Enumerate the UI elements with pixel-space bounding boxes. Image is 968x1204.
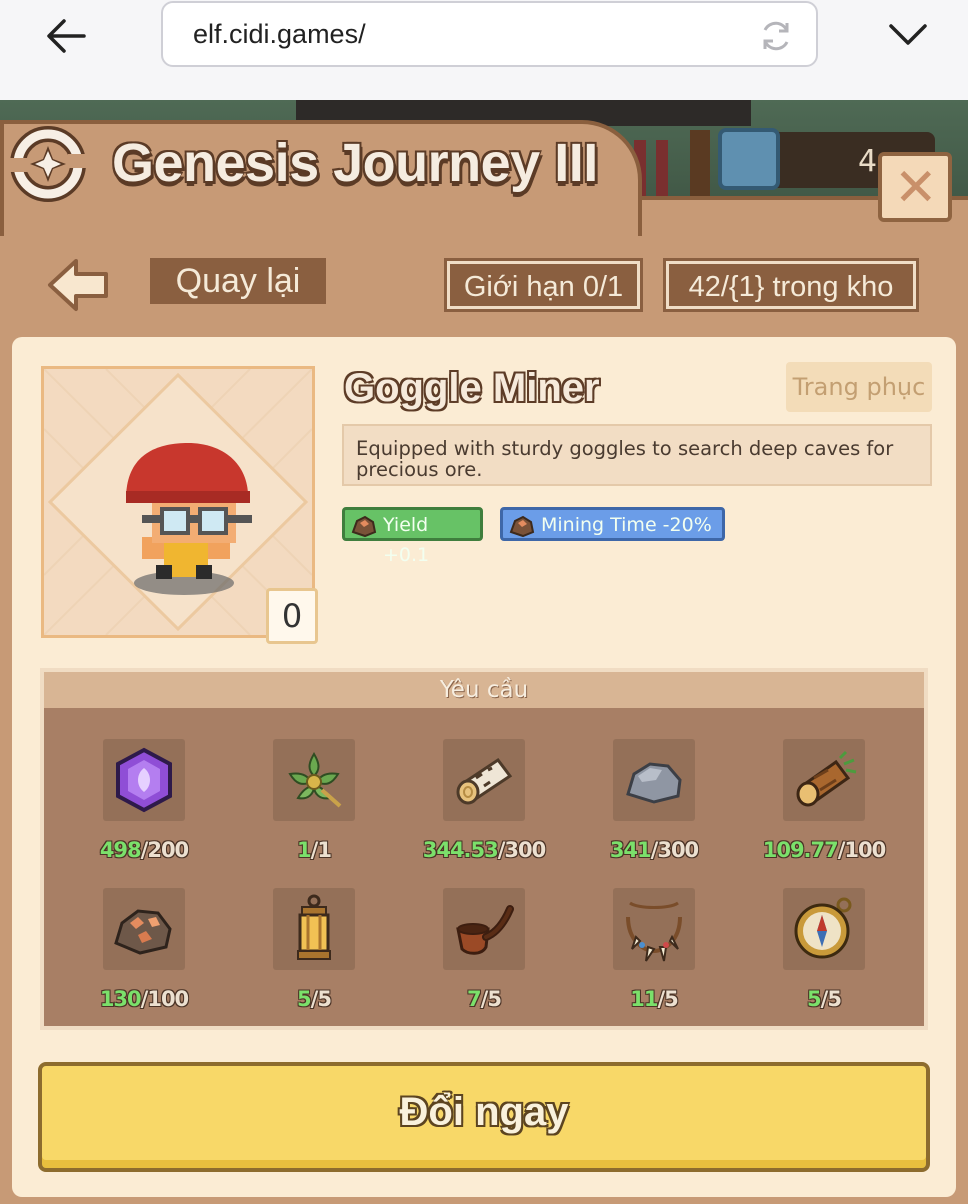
lantern-icon — [297, 894, 331, 960]
chevron-down-icon[interactable] — [886, 20, 930, 50]
req-slot-stone[interactable] — [613, 739, 695, 821]
stone-icon — [626, 762, 682, 804]
req-slot-lantern[interactable] — [273, 888, 355, 970]
req-qty-copper-ore: 130/100 — [99, 987, 189, 1011]
browser-toolbar: elf.cidi.games/ — [0, 0, 968, 100]
dialog-title: Genesis Journey III — [112, 133, 598, 193]
close-button[interactable]: ✕ — [878, 152, 952, 222]
compass-icon — [794, 897, 852, 959]
reload-icon[interactable] — [758, 18, 794, 54]
pipe-icon — [456, 905, 514, 955]
req-slot-birch-log[interactable] — [443, 739, 525, 821]
stat-mining-time: Mining Time -20% — [500, 507, 725, 541]
req-qty-green-flower: 1/1 — [297, 838, 332, 862]
birch-log-icon — [456, 757, 513, 805]
req-qty-birch-log: 344.53/300 — [422, 838, 547, 862]
req-slot-copper-ore[interactable] — [103, 888, 185, 970]
leaf-gem-icon — [718, 128, 780, 190]
back-label: Quay lại — [150, 258, 326, 304]
req-qty-stone: 341/300 — [609, 838, 699, 862]
stat-mining-time-label: Mining Time -20% — [541, 514, 712, 536]
url-text: elf.cidi.games/ — [193, 19, 366, 49]
stock-chip: 42/{1} trong kho — [663, 258, 919, 312]
req-qty-wood-log: 109.77/100 — [762, 838, 887, 862]
req-slot-purple-gem[interactable] — [103, 739, 185, 821]
purple-gem-icon — [116, 747, 172, 813]
tooth-necklace-icon — [626, 901, 682, 962]
green-flower-icon — [288, 752, 342, 808]
req-qty-tooth-necklace: 11/5 — [630, 987, 679, 1011]
req-slot-wood-log[interactable] — [783, 739, 865, 821]
req-slot-pipe[interactable] — [443, 888, 525, 970]
category-tag: Trang phục — [786, 362, 932, 412]
ore-icon — [509, 515, 535, 538]
copper-ore-icon — [114, 909, 172, 955]
arrow-left-icon — [48, 259, 108, 311]
req-slot-compass[interactable] — [783, 888, 865, 970]
item-name: Goggle Miner — [344, 366, 600, 410]
req-qty-pipe: 7/5 — [467, 987, 502, 1011]
owned-count-badge: 0 — [266, 588, 318, 644]
back-button[interactable]: Quay lại — [46, 258, 326, 312]
req-slot-tooth-necklace[interactable] — [613, 888, 695, 970]
stat-yield-label: Yield +0.1 — [383, 514, 430, 566]
item-description: Equipped with sturdy goggles to search d… — [342, 424, 932, 486]
req-qty-lantern: 5/5 — [297, 987, 332, 1011]
req-slot-green-flower[interactable] — [273, 739, 355, 821]
ore-icon — [351, 515, 377, 538]
address-bar[interactable]: elf.cidi.games/ — [161, 1, 818, 67]
wood-log-icon — [796, 750, 857, 807]
req-qty-compass: 5/5 — [807, 987, 842, 1011]
stat-yield: Yield +0.1 — [342, 507, 483, 566]
close-icon: ✕ — [894, 158, 938, 218]
req-qty-purple-gem: 498/200 — [99, 838, 189, 862]
back-arrow-icon[interactable] — [44, 16, 88, 56]
swap-logo-icon — [10, 126, 86, 202]
exchange-now-button[interactable]: Đổi ngay — [38, 1062, 930, 1172]
exchange-now-label: Đổi ngay — [399, 1090, 569, 1134]
limit-chip: Giới hạn 0/1 — [444, 258, 643, 312]
requirements-title: Yêu cầu — [44, 672, 924, 708]
resource-value: 4 — [858, 144, 878, 179]
